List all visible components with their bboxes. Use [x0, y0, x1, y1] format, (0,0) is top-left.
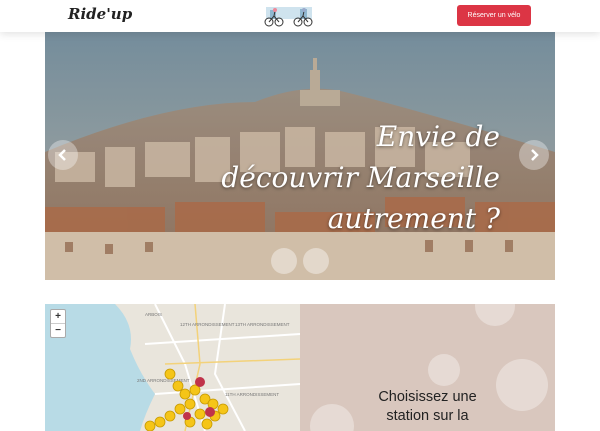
decor-bubble: [428, 354, 460, 386]
carousel-next-button[interactable]: [519, 140, 549, 170]
hero-headline: Envie de découvrir Marseille autrement ?: [221, 116, 500, 239]
map-label-11th: 11TH ARRONDISSEMENT: [225, 392, 279, 397]
decor-bubble: [475, 304, 515, 326]
instructions-panel: Choisissez une station sur la: [300, 304, 555, 431]
instructions-line-2: station sur la: [386, 408, 469, 424]
hero-headline-line-3: autrement ?: [327, 202, 500, 235]
cyclists-illustration: [264, 7, 313, 27]
chevron-right-icon: [531, 149, 539, 161]
zoom-in-button[interactable]: +: [51, 310, 65, 323]
hero-headline-line-2: découvrir Marseille: [221, 161, 500, 194]
site-logo[interactable]: Ride'up: [68, 5, 132, 23]
carousel-indicator-1[interactable]: [271, 248, 297, 274]
map-label-arbois: ARBOIS: [145, 312, 162, 317]
map-label-12th: 12TH ARRONDISSEMENT: [180, 322, 235, 327]
hero-carousel: Envie de découvrir Marseille autrement ?: [45, 32, 555, 280]
map-zoom-controls: + −: [50, 309, 66, 338]
stations-map[interactable]: ARBOIS 12TH ARRONDISSEMENT 13TH ARRONDIS…: [45, 304, 300, 431]
instructions-line-1: Choisissez une: [378, 389, 477, 405]
carousel-prev-button[interactable]: [48, 140, 78, 170]
instructions-text: Choisissez une station sur la: [300, 388, 555, 426]
map-label-13th: 13TH ARRONDISSEMENT: [235, 322, 290, 327]
zoom-out-button[interactable]: −: [51, 323, 65, 337]
hero-headline-line-1: Envie de: [376, 120, 500, 153]
reserve-bike-button[interactable]: Réserver un vélo: [457, 5, 531, 26]
chevron-left-icon: [58, 149, 66, 161]
carousel-indicator-2[interactable]: [303, 248, 329, 274]
site-header: Ride'up Réserver un vélo: [0, 0, 600, 32]
map-tiles: ARBOIS 12TH ARRONDISSEMENT 13TH ARRONDIS…: [45, 304, 300, 431]
